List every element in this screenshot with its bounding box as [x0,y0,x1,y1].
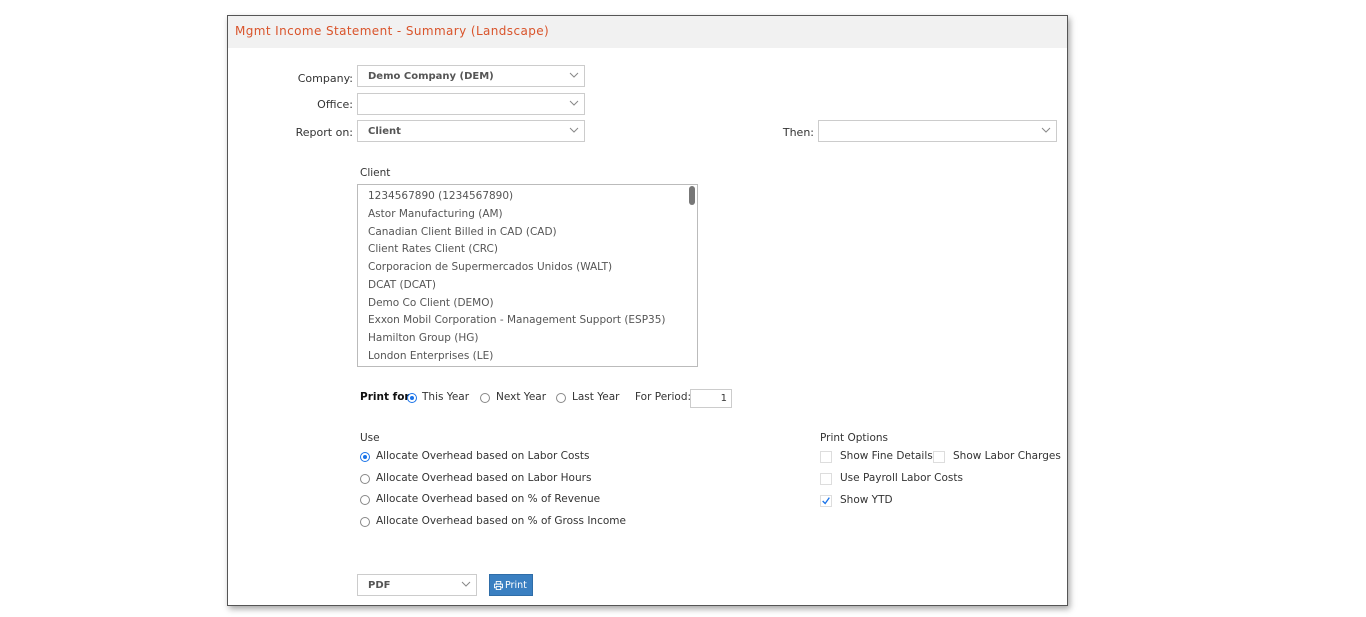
chevron-down-icon [1041,127,1051,133]
show-fine-details-label[interactable]: Show Fine Details [840,450,933,462]
list-item[interactable]: Client Rates Client (CRC) [368,243,498,255]
show-labor-charges-checkbox[interactable] [933,451,945,463]
use-payroll-labor-costs-checkbox[interactable] [820,473,832,485]
next-year-label[interactable]: Next Year [496,391,546,403]
print-button[interactable]: Print [489,574,533,596]
use-heading: Use [360,432,380,444]
office-select[interactable] [357,93,585,115]
print-for-label: Print for: [360,391,414,403]
labor-hours-radio[interactable] [360,474,370,484]
use-payroll-labor-costs-label[interactable]: Use Payroll Labor Costs [840,472,963,484]
then-label: Then: [782,126,814,139]
list-item[interactable]: Astor Manufacturing (AM) [368,208,503,220]
show-ytd-label[interactable]: Show YTD [840,494,893,506]
this-year-radio[interactable] [407,393,417,403]
panel-header: Mgmt Income Statement - Summary (Landsca… [228,16,1067,48]
last-year-label[interactable]: Last Year [572,391,619,403]
then-select[interactable] [818,120,1057,142]
revenue-radio[interactable] [360,495,370,505]
labor-costs-radio[interactable] [360,452,370,462]
list-item[interactable]: Canadian Client Billed in CAD (CAD) [368,226,557,238]
list-item[interactable]: Demo Co Client (DEMO) [368,297,494,309]
list-item[interactable]: Exxon Mobil Corporation - Management Sup… [368,314,666,326]
page-title: Mgmt Income Statement - Summary (Landsca… [235,24,550,38]
list-item[interactable]: 1234567890 (1234567890) [368,190,513,202]
company-label: Company: [297,72,353,85]
for-period-label: For Period: [635,391,692,403]
format-value: PDF [368,580,391,591]
list-item[interactable]: London Enterprises (LE) [368,350,493,362]
show-fine-details-checkbox[interactable] [820,451,832,463]
report-on-value: Client [368,126,401,137]
next-year-radio[interactable] [480,393,490,403]
last-year-radio[interactable] [556,393,566,403]
labor-hours-label[interactable]: Allocate Overhead based on Labor Hours [376,472,591,484]
show-labor-charges-label[interactable]: Show Labor Charges [953,450,1061,462]
office-label: Office: [317,98,353,111]
chevron-down-icon [569,100,579,106]
client-heading: Client [360,167,391,179]
gross-income-label[interactable]: Allocate Overhead based on % of Gross In… [376,515,626,527]
client-listbox[interactable]: 1234567890 (1234567890) Astor Manufactur… [357,184,698,367]
report-on-select[interactable]: Client [357,120,585,142]
list-item[interactable]: Corporacion de Supermercados Unidos (WAL… [368,261,612,273]
list-item[interactable]: DCAT (DCAT) [368,279,436,291]
gross-income-radio[interactable] [360,517,370,527]
format-select[interactable]: PDF [357,574,477,596]
list-item[interactable]: Hamilton Group (HG) [368,332,478,344]
chevron-down-icon [569,127,579,133]
this-year-label[interactable]: This Year [422,391,469,403]
show-ytd-checkbox[interactable] [820,495,832,507]
chevron-down-icon [569,72,579,78]
listbox-scrollbar[interactable] [689,186,695,205]
print-button-label: Print [505,580,527,591]
report-on-label: Report on: [295,126,353,139]
period-input[interactable]: 1 [690,389,732,408]
revenue-label[interactable]: Allocate Overhead based on % of Revenue [376,493,600,505]
chevron-down-icon [461,581,471,587]
labor-costs-label[interactable]: Allocate Overhead based on Labor Costs [376,450,589,462]
checkmark-icon [822,497,830,505]
company-select[interactable]: Demo Company (DEM) [357,65,585,87]
print-options-heading: Print Options [820,432,889,444]
company-value: Demo Company (DEM) [368,71,494,82]
printer-icon [494,581,503,590]
